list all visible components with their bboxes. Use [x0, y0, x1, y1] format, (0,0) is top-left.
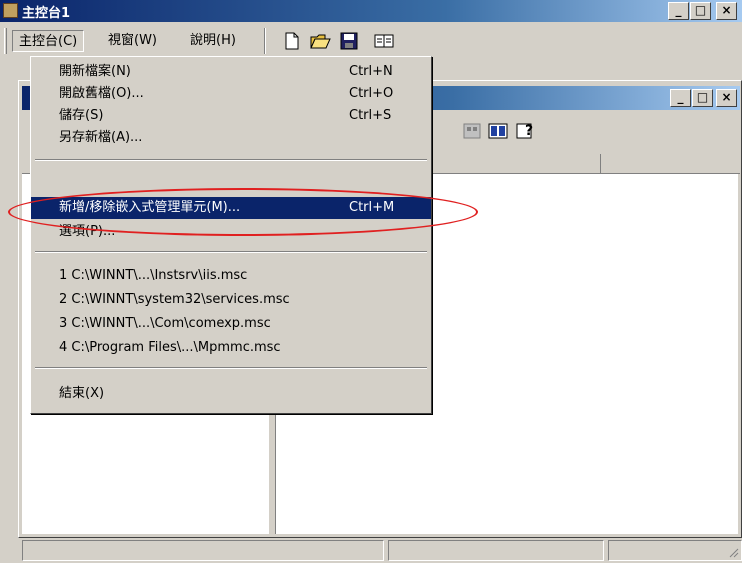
column-divider[interactable]: [600, 154, 601, 174]
child-minimize-button[interactable]: _: [670, 89, 691, 107]
menu-recent-1[interactable]: 1 C:\WINNT\...\Instsrv\iis.msc: [31, 265, 431, 287]
new-document-icon[interactable]: [282, 32, 302, 50]
annotation-ellipse: [8, 188, 478, 236]
resize-grip-icon: [729, 548, 739, 558]
menu-recent-2[interactable]: 2 C:\WINNT\system32\services.msc: [31, 289, 431, 311]
menu-recent-4[interactable]: 4 C:\Program Files\...\Mpmmc.msc: [31, 337, 431, 359]
open-folder-icon[interactable]: [310, 32, 331, 50]
large-icons-view-icon[interactable]: [462, 122, 482, 140]
maximize-button[interactable]: □: [690, 2, 711, 20]
status-cell-1: [22, 540, 384, 561]
menu-window[interactable]: 視窗(W): [102, 30, 163, 52]
main-title-bar[interactable]: 主控台1 _ □ ×: [0, 0, 742, 22]
detail-view-icon[interactable]: [488, 122, 508, 140]
save-icon[interactable]: [340, 32, 360, 50]
status-bar: [22, 538, 742, 563]
window-title: 主控台1: [22, 6, 71, 21]
menu-save[interactable]: 儲存(S) Ctrl+S: [31, 105, 431, 127]
menu-separator: [35, 159, 427, 161]
menu-exit[interactable]: 結束(X): [31, 383, 431, 405]
menu-help[interactable]: 說明(H): [184, 30, 242, 52]
help-topic-icon[interactable]: ?: [516, 120, 536, 139]
status-cell-2: [388, 540, 604, 561]
toolbar-separator: [264, 28, 266, 54]
close-button[interactable]: ×: [716, 2, 737, 20]
svg-text:?: ?: [525, 123, 533, 139]
menu-separator: [35, 251, 427, 253]
status-cell-3: [608, 540, 742, 561]
child-maximize-button[interactable]: □: [692, 89, 713, 107]
menu-save-as[interactable]: 另存新檔(A)...: [31, 127, 431, 149]
menu-recent-3[interactable]: 3 C:\WINNT\...\Com\comexp.msc: [31, 313, 431, 335]
minimize-button[interactable]: _: [668, 2, 689, 20]
menu-open[interactable]: 開啟舊檔(O)... Ctrl+O: [31, 83, 431, 105]
mmc-app-icon[interactable]: [3, 3, 18, 18]
menu-console[interactable]: 主控台(C): [12, 30, 85, 52]
menu-bar: 主控台(C) 視窗(W) 說明(H): [0, 26, 742, 56]
menu-new[interactable]: 開新檔案(N) Ctrl+N: [31, 61, 431, 83]
menu-separator: [35, 367, 427, 369]
menubar-grip[interactable]: [4, 28, 7, 54]
show-hide-tree-icon[interactable]: [374, 32, 394, 50]
child-close-button[interactable]: ×: [716, 89, 737, 107]
